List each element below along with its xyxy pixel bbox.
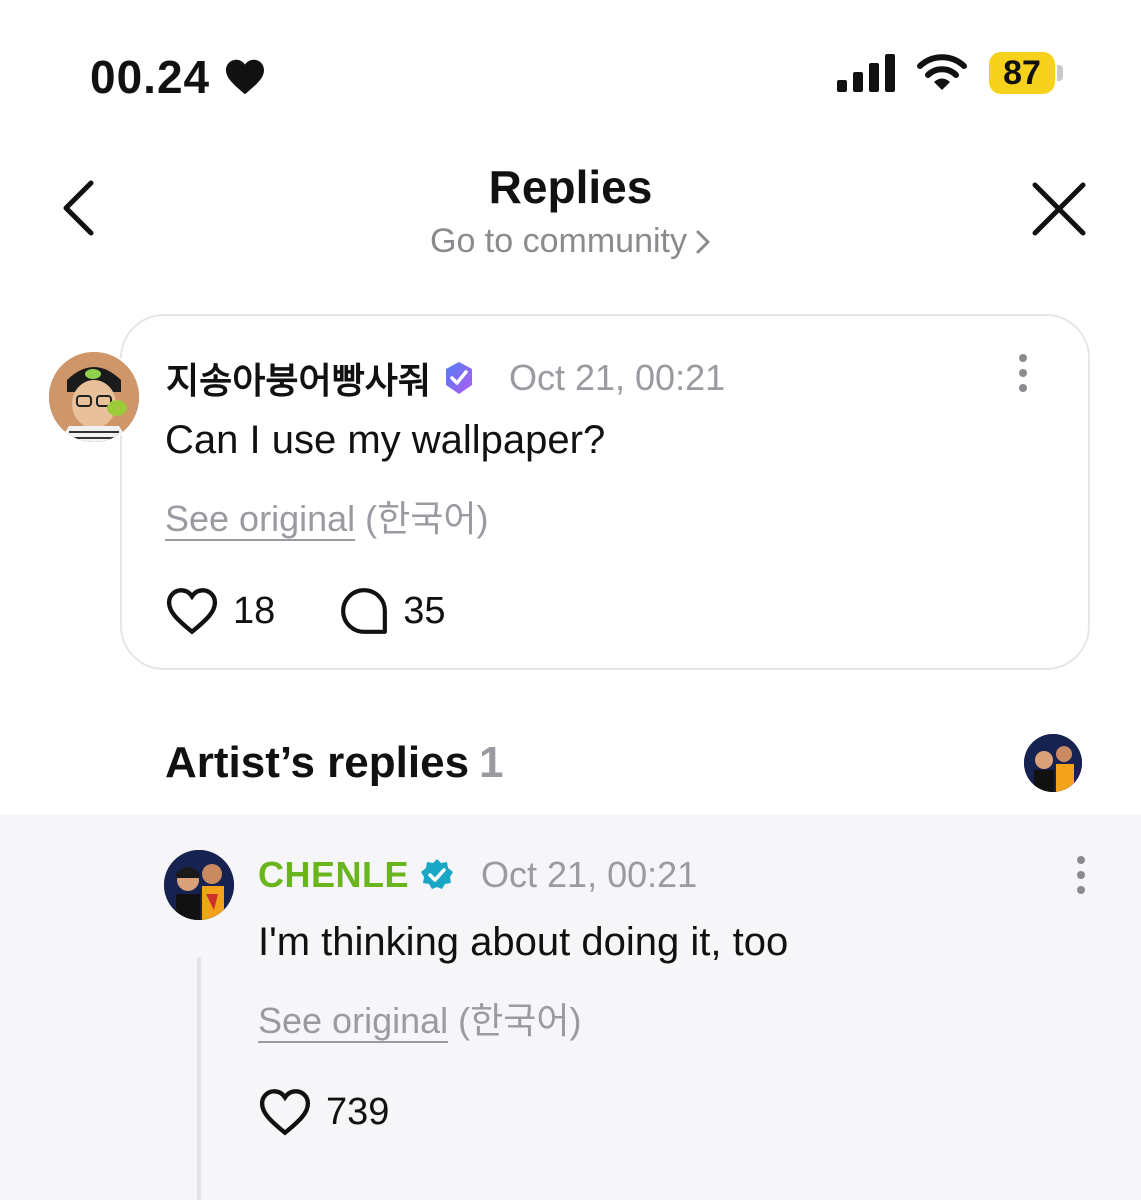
battery-indicator: 87 bbox=[989, 52, 1063, 94]
artist-mini-avatar-image bbox=[1024, 734, 1082, 792]
post-more-options-icon[interactable] bbox=[1019, 354, 1027, 392]
see-original-link[interactable]: See original bbox=[258, 1000, 448, 1041]
verified-badge-icon bbox=[445, 362, 472, 394]
page-title: Replies bbox=[488, 161, 653, 213]
artist-replies-count: 1 bbox=[479, 738, 504, 787]
status-indicators: 87 bbox=[837, 52, 1063, 94]
see-original-link[interactable]: See original bbox=[165, 498, 355, 539]
battery-tip bbox=[1057, 65, 1063, 81]
original-language: (한국어) bbox=[458, 1000, 582, 1041]
like-count: 18 bbox=[233, 589, 276, 632]
post-timestamp: Oct 21, 00:21 bbox=[508, 357, 726, 398]
reply-like-button[interactable]: 739 bbox=[258, 1088, 389, 1136]
verified-badge-icon bbox=[421, 859, 454, 889]
avatar[interactable] bbox=[164, 850, 234, 920]
artist-mini-avatar[interactable] bbox=[1024, 734, 1082, 792]
reply-see-original: See original (한국어) bbox=[258, 992, 581, 1044]
reply-meta: CHENLE Oct 21, 00:21 bbox=[258, 854, 697, 896]
comment-bubble-icon bbox=[341, 588, 388, 634]
post-meta: 지송아붕어빵사줘 Oct 21, 00:21 bbox=[166, 352, 725, 404]
reply-author-name[interactable]: CHENLE bbox=[258, 854, 409, 896]
reply-text: I'm thinking about doing it, too bbox=[258, 920, 789, 964]
close-icon[interactable] bbox=[1030, 180, 1088, 238]
post-author-name[interactable]: 지송아붕어빵사줘 bbox=[166, 352, 431, 404]
battery-level: 87 bbox=[989, 52, 1055, 94]
reply-actions: 739 bbox=[258, 1088, 389, 1136]
heart-outline-icon bbox=[259, 1089, 311, 1136]
heart-outline-icon bbox=[166, 588, 218, 635]
author-avatar-image bbox=[49, 352, 139, 442]
thread-line bbox=[197, 958, 201, 1200]
artist-replies-heading: Artist’s replies 1 bbox=[165, 738, 504, 788]
reply-timestamp: Oct 21, 00:21 bbox=[481, 854, 698, 895]
go-to-community-link[interactable]: Go to community bbox=[0, 222, 1141, 261]
like-button[interactable]: 18 bbox=[165, 587, 275, 635]
status-time: 00.24 bbox=[90, 50, 266, 104]
reply-like-count: 739 bbox=[326, 1090, 390, 1133]
wifi-icon bbox=[917, 54, 967, 90]
go-to-community-label: Go to community bbox=[430, 222, 687, 260]
comment-button[interactable]: 35 bbox=[339, 586, 446, 636]
cellular-signal-icon bbox=[837, 54, 895, 92]
heart-icon bbox=[226, 59, 265, 95]
chevron-right-icon bbox=[696, 230, 710, 253]
reply-avatar-image bbox=[164, 850, 234, 920]
comment-count: 35 bbox=[403, 589, 446, 632]
post-see-original: See original (한국어) bbox=[165, 490, 488, 542]
original-language: (한국어) bbox=[365, 498, 489, 539]
post-text: Can I use my wallpaper? bbox=[165, 418, 606, 462]
avatar[interactable] bbox=[47, 350, 141, 444]
reply-more-options-icon[interactable] bbox=[1077, 856, 1085, 894]
post-actions: 18 35 bbox=[165, 586, 446, 636]
status-time-text: 00.24 bbox=[90, 51, 211, 103]
artist-replies-title: Artist’s replies bbox=[165, 738, 470, 787]
